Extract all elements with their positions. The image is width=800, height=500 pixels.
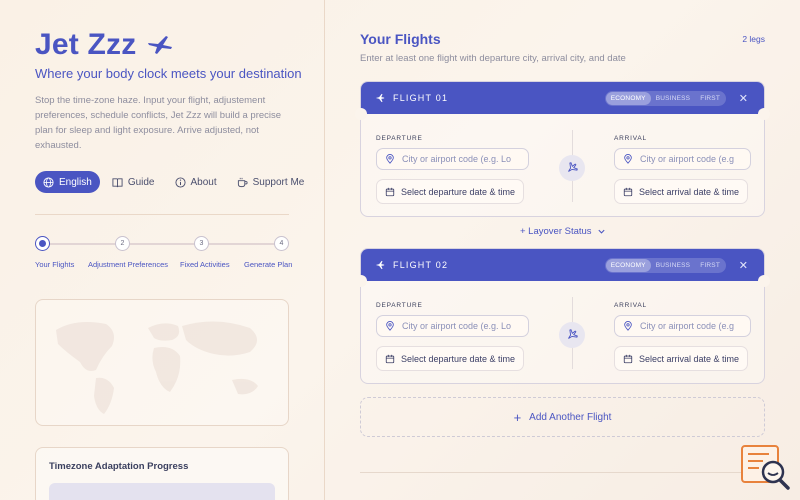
timezone-progress-card: Timezone Adaptation Progress (35, 447, 289, 500)
nav-english[interactable]: English (35, 171, 100, 193)
nav-support[interactable]: Support Me (229, 171, 313, 193)
chevron-down-icon (597, 229, 605, 234)
calendar-icon (623, 354, 633, 363)
location-pin-icon (624, 321, 632, 331)
world-map (35, 299, 289, 426)
divider (360, 472, 765, 473)
departure-label: DEPARTURE (376, 302, 423, 309)
departure-city-placeholder: City or airport code (e.g. Lo (402, 321, 512, 331)
plane-icon (375, 260, 385, 270)
intro-text: Stop the time-zone haze. Input your flig… (35, 95, 282, 151)
step-2-circle[interactable]: 2 (115, 236, 130, 251)
arrival-city-placeholder: City or airport code (e.g (640, 321, 735, 331)
calendar-icon (623, 187, 633, 196)
divider (35, 214, 289, 215)
add-another-flight-button[interactable]: + Add Another Flight (360, 397, 765, 437)
legs-count: 2 legs (742, 34, 765, 44)
add-flight-label: Add Another Flight (529, 411, 612, 423)
step-2-label: Adjustment Preferences (88, 260, 169, 269)
class-business[interactable]: BUSINESS (651, 259, 695, 272)
nav-about[interactable]: About (167, 171, 225, 193)
cabin-class-toggle: ECONOMY BUSINESS FIRST (604, 258, 726, 273)
stepper: 2 3 4 Your Flights Adjustment Preference… (35, 236, 293, 276)
top-nav: English Guide About Support Me (35, 171, 312, 193)
arrival-city-input[interactable]: City or airport code (e.g (614, 148, 751, 170)
stepper-track (43, 243, 281, 245)
book-icon (112, 177, 123, 187)
remove-flight-close-icon[interactable]: ✕ (739, 259, 748, 272)
departure-label: DEPARTURE (376, 135, 423, 142)
departure-date-button[interactable]: Select departure date & time (376, 346, 525, 371)
class-first[interactable]: FIRST (695, 259, 725, 272)
arrival-city-input[interactable]: City or airport code (e.g (614, 315, 751, 337)
flight-card-2: FLIGHT 02 ECONOMY BUSINESS FIRST ✕ DEPAR… (355, 248, 770, 384)
feedback-search-icon[interactable] (741, 445, 791, 490)
world-map-illustration (56, 321, 258, 414)
flight-body: DEPARTURE ARRIVAL City or airport code (… (361, 281, 764, 383)
calendar-icon (385, 187, 395, 196)
plane-icon (375, 93, 385, 103)
departure-date-button[interactable]: Select departure date & time (376, 179, 525, 204)
globe-icon (43, 176, 54, 188)
progress-title: Timezone Adaptation Progress (49, 461, 189, 472)
departure-city-input[interactable]: City or airport code (e.g. Lo (376, 148, 529, 170)
flight-header: FLIGHT 02 ECONOMY BUSINESS FIRST ✕ (361, 249, 764, 281)
column-divider (324, 0, 325, 500)
step-4-circle[interactable]: 4 (274, 236, 289, 251)
flights-section-title: Your Flights (360, 31, 441, 47)
progress-panel (49, 483, 275, 500)
tagline: Where your body clock meets your destina… (35, 66, 302, 81)
arrival-label: ARRIVAL (614, 302, 647, 309)
location-pin-icon (386, 154, 394, 164)
info-icon (174, 176, 186, 188)
flight-title: FLIGHT 01 (393, 93, 449, 103)
departure-date-label: Select departure date & time (401, 353, 516, 364)
swap-plane-icon (568, 329, 578, 339)
nav-english-label: English (59, 176, 92, 188)
brand: Jet Zzz (35, 28, 174, 62)
flight-card-1: FLIGHT 01 ECONOMY BUSINESS FIRST ✕ DEPAR… (355, 81, 770, 217)
departure-city-placeholder: City or airport code (e.g. Lo (402, 154, 512, 164)
step-1-label: Your Flights (35, 260, 75, 269)
arrival-date-button[interactable]: Select arrival date & time (614, 179, 749, 204)
flight-title: FLIGHT 02 (393, 260, 449, 270)
swap-cities-button[interactable] (559, 322, 585, 348)
class-economy[interactable]: ECONOMY (605, 92, 651, 105)
coffee-icon (237, 177, 248, 187)
layover-status-toggle[interactable]: + Layover Status (520, 226, 606, 237)
class-first[interactable]: FIRST (695, 92, 725, 105)
nav-about-label: About (190, 176, 217, 188)
nav-support-label: Support Me (252, 176, 305, 188)
app-title: Jet Zzz (35, 28, 137, 61)
class-economy[interactable]: ECONOMY (605, 259, 651, 272)
cabin-class-toggle: ECONOMY BUSINESS FIRST (604, 91, 726, 106)
step-1-circle[interactable] (35, 236, 50, 251)
arrival-label: ARRIVAL (614, 135, 647, 142)
flight-header: FLIGHT 01 ECONOMY BUSINESS FIRST ✕ (361, 82, 764, 114)
plus-icon: + (513, 409, 522, 425)
class-business[interactable]: BUSINESS (651, 92, 695, 105)
location-pin-icon (624, 154, 632, 164)
remove-flight-close-icon[interactable]: ✕ (739, 92, 748, 105)
location-pin-icon (386, 321, 394, 331)
arrival-date-label: Select arrival date & time (639, 353, 740, 364)
nav-guide-label: Guide (127, 176, 155, 188)
flights-section-subtitle: Enter at least one flight with departure… (360, 53, 626, 64)
swap-cities-button[interactable] (559, 155, 585, 181)
arrival-date-label: Select arrival date & time (639, 186, 740, 197)
arrival-date-button[interactable]: Select arrival date & time (614, 346, 749, 371)
step-4-label: Generate Plan (244, 260, 293, 269)
departure-date-label: Select departure date & time (401, 186, 516, 197)
flight-body: DEPARTURE ARRIVAL City or airport code (… (361, 114, 764, 216)
swap-plane-icon (568, 162, 578, 172)
layover-label: + Layover Status (520, 226, 592, 237)
step-3-label: Fixed Activities (180, 260, 230, 269)
departure-city-input[interactable]: City or airport code (e.g. Lo (376, 315, 529, 337)
step-3-circle[interactable]: 3 (194, 236, 209, 251)
nav-guide[interactable]: Guide (104, 171, 163, 193)
arrival-city-placeholder: City or airport code (e.g (640, 154, 735, 164)
calendar-icon (385, 354, 395, 363)
plane-logo-icon (148, 36, 173, 54)
